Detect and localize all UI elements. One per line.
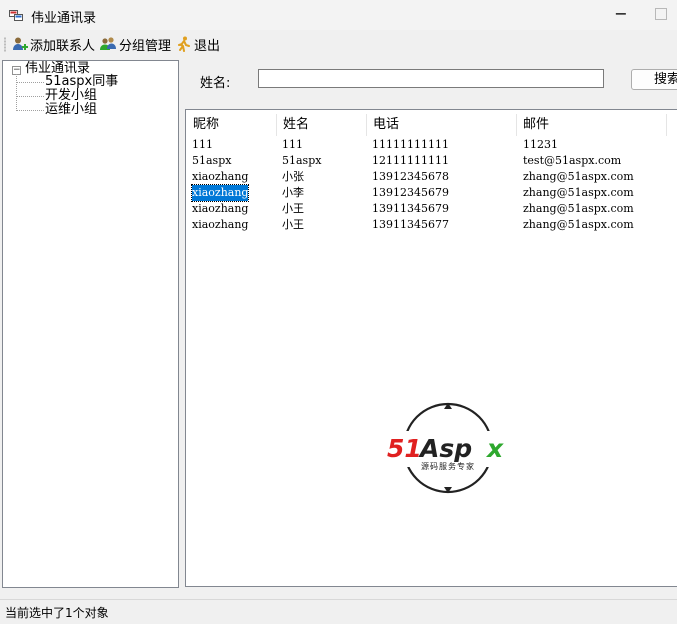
- cell-phone: 12111111111: [372, 154, 449, 167]
- contact-list[interactable]: 昵称 姓名 电话 邮件 111 111 11111111111 11231 51…: [185, 109, 677, 587]
- minimize-button[interactable]: −: [612, 3, 630, 25]
- toolbar: 添加联系人 分组管理 退出: [0, 30, 677, 58]
- cell-nickname: xiaozhang: [192, 170, 249, 183]
- cell-name: 小王: [282, 218, 304, 231]
- cell-email: zhang@51aspx.com: [523, 202, 634, 215]
- cell-phone: 13911345679: [372, 202, 449, 215]
- cell-name: 51aspx: [282, 154, 322, 167]
- tree-node-ops-group[interactable]: 运维小组: [45, 103, 97, 117]
- maximize-button[interactable]: [655, 8, 667, 20]
- status-bar: 当前选中了1个对象: [0, 599, 677, 624]
- name-label: 姓名:: [200, 76, 231, 91]
- cell-phone: 13912345678: [372, 170, 449, 183]
- svg-text:Asp: Asp: [418, 434, 472, 463]
- cell-name: 小王: [282, 202, 304, 215]
- tree-connector: [16, 74, 17, 111]
- cell-name: 小李: [282, 186, 304, 199]
- cell-name: 111: [282, 138, 303, 151]
- tree-connector: [17, 82, 44, 83]
- svg-text:x: x: [485, 434, 504, 463]
- cell-phone: 13911345677: [372, 218, 449, 231]
- column-header-phone[interactable]: 电话: [367, 114, 517, 136]
- table-row[interactable]: xiaozhang 小张 13912345678 zhang@51aspx.co…: [186, 169, 677, 185]
- cell-email: zhang@51aspx.com: [523, 170, 634, 183]
- tree-connector: [17, 96, 44, 97]
- svg-text:源码服务专家: 源码服务专家: [421, 461, 475, 471]
- title-bar: 伟业通讯录 −: [0, 0, 677, 30]
- tree-connector: [17, 110, 44, 111]
- add-user-icon: [13, 37, 28, 50]
- cell-name: 小张: [282, 170, 304, 183]
- cell-email: zhang@51aspx.com: [523, 186, 634, 199]
- cell-nickname: xiaozhang: [192, 218, 249, 231]
- cell-phone: 11111111111: [372, 138, 449, 151]
- group-tree[interactable]: − 伟业通讯录 51aspx同事 开发小组 运维小组: [2, 60, 179, 588]
- tree-node-dev-group[interactable]: 开发小组: [45, 89, 97, 103]
- tree-node-51aspx[interactable]: 51aspx同事: [45, 75, 118, 89]
- group-icon: [100, 37, 116, 50]
- search-button[interactable]: 搜索: [631, 69, 677, 90]
- cell-nickname-selected: xiaozhang: [190, 184, 250, 202]
- exit-button[interactable]: 退出: [176, 34, 220, 54]
- cell-email: test@51aspx.com: [523, 154, 622, 167]
- cell-nickname: 51aspx: [192, 154, 232, 167]
- cell-nickname: 111: [192, 138, 213, 151]
- cell-phone: 13912345679: [372, 186, 449, 199]
- table-row[interactable]: 111 111 11111111111 11231: [186, 137, 677, 153]
- column-header-email[interactable]: 邮件: [517, 114, 667, 136]
- 51aspx-logo: 51 Asp x 源码服务专家: [384, 402, 514, 494]
- group-manage-button[interactable]: 分组管理: [100, 34, 171, 54]
- exit-runner-icon: [178, 36, 190, 52]
- add-contact-label: 添加联系人: [30, 38, 96, 54]
- column-header-nickname[interactable]: 昵称: [187, 114, 277, 136]
- toolbar-grip[interactable]: [4, 37, 6, 52]
- window-title: 伟业通讯录: [31, 11, 97, 26]
- cell-email: 11231: [523, 138, 558, 151]
- column-header-name[interactable]: 姓名: [277, 114, 367, 136]
- cell-email: zhang@51aspx.com: [523, 218, 634, 231]
- cell-nickname: xiaozhang: [192, 202, 249, 215]
- table-row-selected[interactable]: xiaozhang 小李 13912345679 zhang@51aspx.co…: [186, 184, 677, 202]
- table-row[interactable]: 51aspx 51aspx 12111111111 test@51aspx.co…: [186, 153, 677, 169]
- exit-label: 退出: [194, 38, 221, 54]
- status-text: 当前选中了1个对象: [5, 606, 109, 620]
- group-manage-label: 分组管理: [119, 38, 172, 54]
- svg-text:51: 51: [387, 434, 422, 463]
- table-row[interactable]: xiaozhang 小王 13911345677 zhang@51aspx.co…: [186, 217, 677, 233]
- add-contact-button[interactable]: 添加联系人: [12, 34, 95, 54]
- table-row[interactable]: xiaozhang 小王 13911345679 zhang@51aspx.co…: [186, 201, 677, 217]
- name-search-input[interactable]: [258, 69, 604, 88]
- app-icon: [9, 10, 23, 21]
